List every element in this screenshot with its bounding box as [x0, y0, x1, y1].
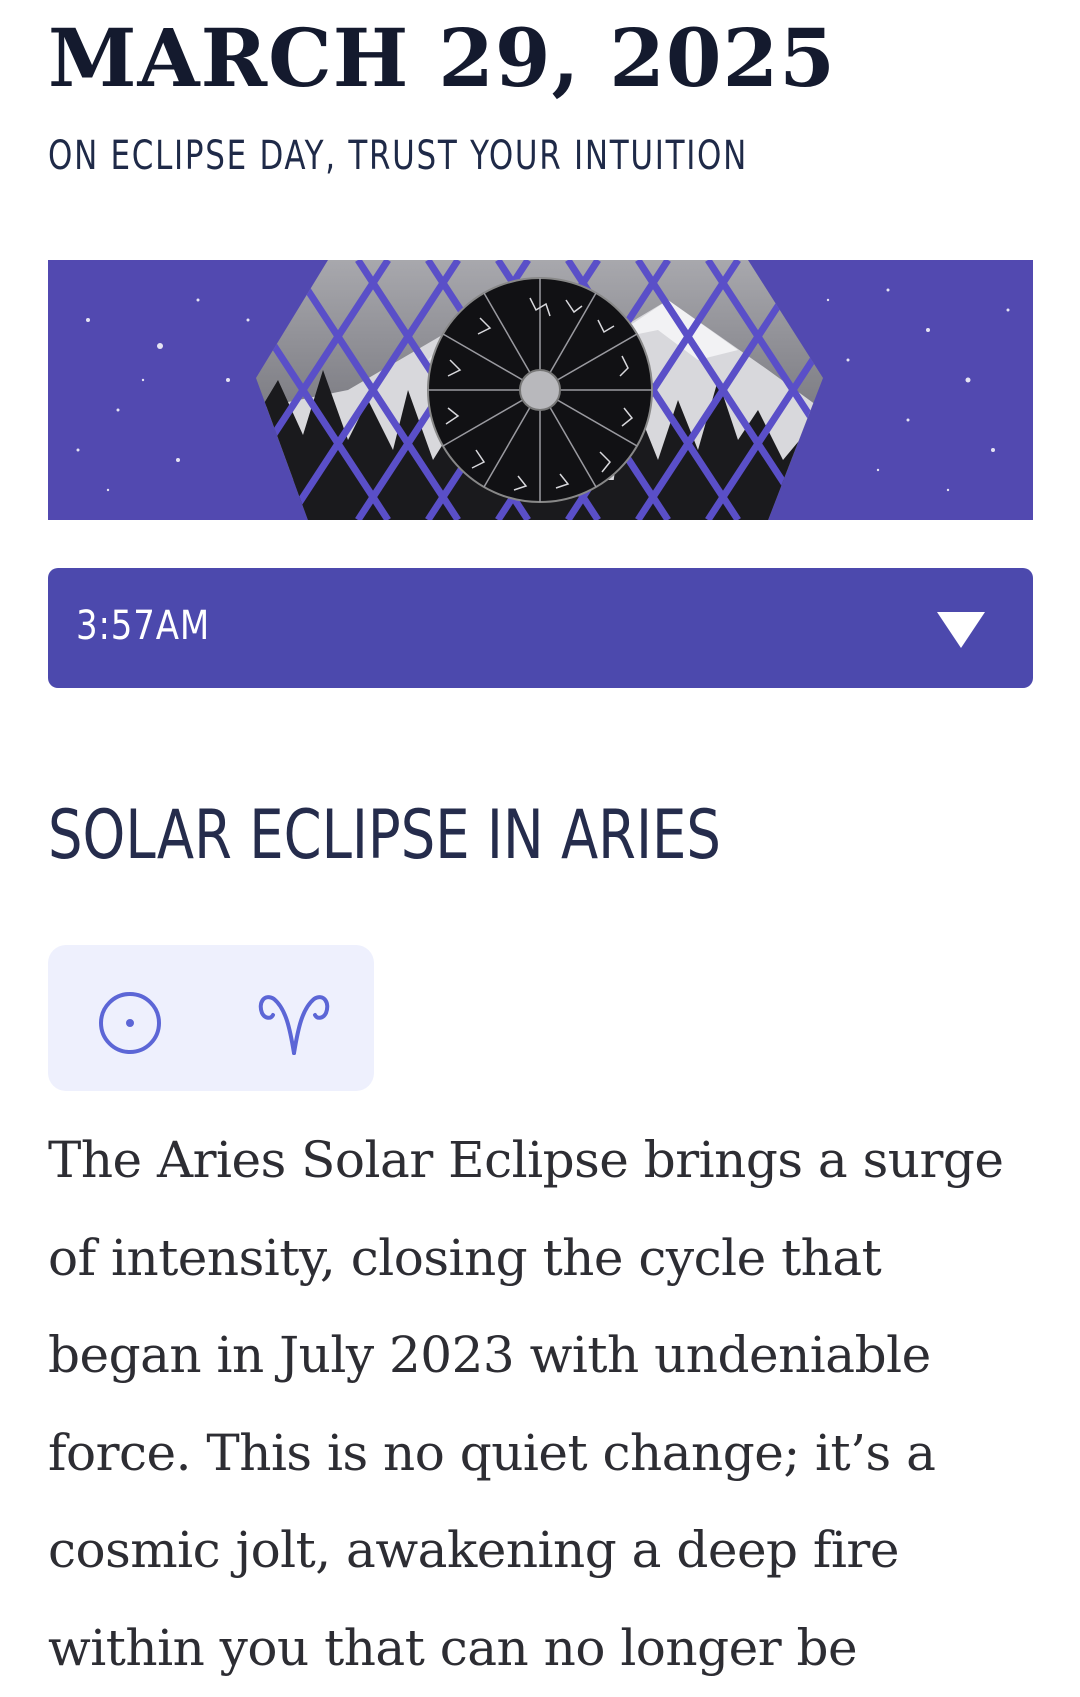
triangle-down-icon	[937, 612, 985, 648]
eclipse-description: The Aries Solar Eclipse brings a surge o…	[48, 1131, 1004, 1677]
eclipse-banner-image	[48, 260, 1033, 520]
aries-symbol-icon	[258, 995, 330, 1055]
section-heading: SOLAR ECLIPSE IN ARIES	[48, 796, 721, 875]
symbol-box	[48, 945, 374, 1091]
time-select-value: 3:57AM	[76, 603, 211, 649]
zodiac-wheel-banner	[76, 260, 1010, 520]
sun-symbol-icon	[99, 992, 161, 1054]
time-select-dropdown[interactable]: 3:57AM	[48, 568, 1033, 688]
page-title: MARCH 29, 2025	[48, 11, 836, 105]
page-subtitle: ON ECLIPSE DAY, TRUST YOUR INTUITION	[48, 133, 748, 179]
